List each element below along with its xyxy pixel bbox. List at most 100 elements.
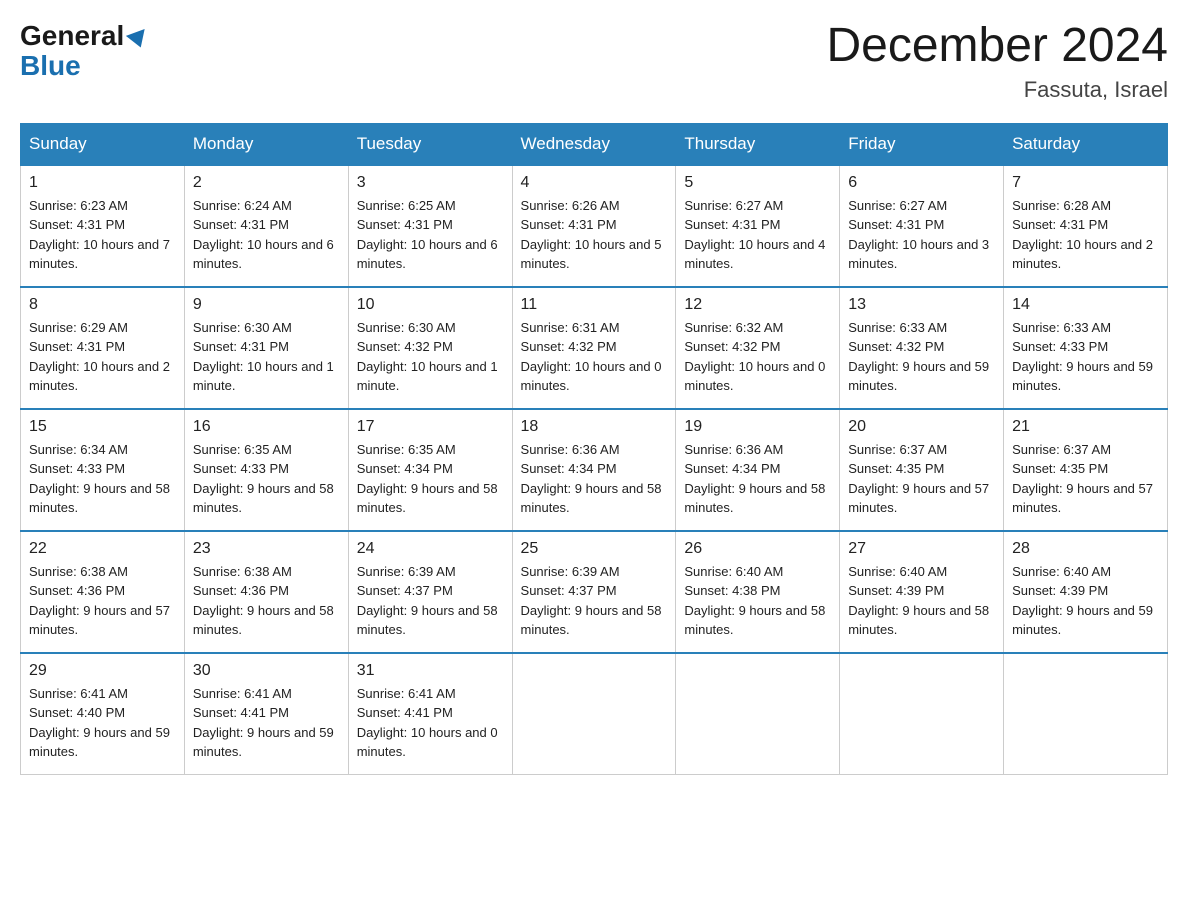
day-cell: 10 Sunrise: 6:30 AMSunset: 4:32 PMDaylig… [348, 287, 512, 409]
day-cell [840, 653, 1004, 775]
day-cell: 30 Sunrise: 6:41 AMSunset: 4:41 PMDaylig… [184, 653, 348, 775]
day-number: 31 [357, 662, 504, 680]
day-info: Sunrise: 6:38 AMSunset: 4:36 PMDaylight:… [193, 562, 340, 640]
day-number: 1 [29, 174, 176, 192]
day-number: 4 [521, 174, 668, 192]
location: Fassuta, Israel [826, 77, 1168, 103]
col-header-thursday: Thursday [676, 123, 840, 165]
day-number: 15 [29, 418, 176, 436]
day-cell: 1 Sunrise: 6:23 AMSunset: 4:31 PMDayligh… [21, 165, 185, 287]
day-cell [676, 653, 840, 775]
day-cell: 27 Sunrise: 6:40 AMSunset: 4:39 PMDaylig… [840, 531, 1004, 653]
day-info: Sunrise: 6:30 AMSunset: 4:31 PMDaylight:… [193, 318, 340, 396]
day-cell: 28 Sunrise: 6:40 AMSunset: 4:39 PMDaylig… [1004, 531, 1168, 653]
day-info: Sunrise: 6:34 AMSunset: 4:33 PMDaylight:… [29, 440, 176, 518]
day-number: 22 [29, 540, 176, 558]
day-number: 5 [684, 174, 831, 192]
day-cell: 14 Sunrise: 6:33 AMSunset: 4:33 PMDaylig… [1004, 287, 1168, 409]
day-cell: 2 Sunrise: 6:24 AMSunset: 4:31 PMDayligh… [184, 165, 348, 287]
col-header-monday: Monday [184, 123, 348, 165]
day-info: Sunrise: 6:37 AMSunset: 4:35 PMDaylight:… [1012, 440, 1159, 518]
day-info: Sunrise: 6:36 AMSunset: 4:34 PMDaylight:… [684, 440, 831, 518]
day-cell: 29 Sunrise: 6:41 AMSunset: 4:40 PMDaylig… [21, 653, 185, 775]
col-header-friday: Friday [840, 123, 1004, 165]
day-info: Sunrise: 6:37 AMSunset: 4:35 PMDaylight:… [848, 440, 995, 518]
day-cell: 6 Sunrise: 6:27 AMSunset: 4:31 PMDayligh… [840, 165, 1004, 287]
col-header-wednesday: Wednesday [512, 123, 676, 165]
day-cell [512, 653, 676, 775]
day-info: Sunrise: 6:40 AMSunset: 4:38 PMDaylight:… [684, 562, 831, 640]
day-info: Sunrise: 6:39 AMSunset: 4:37 PMDaylight:… [521, 562, 668, 640]
col-header-sunday: Sunday [21, 123, 185, 165]
day-info: Sunrise: 6:24 AMSunset: 4:31 PMDaylight:… [193, 196, 340, 274]
day-info: Sunrise: 6:26 AMSunset: 4:31 PMDaylight:… [521, 196, 668, 274]
day-number: 19 [684, 418, 831, 436]
logo-general-text: General [20, 20, 124, 52]
day-info: Sunrise: 6:23 AMSunset: 4:31 PMDaylight:… [29, 196, 176, 274]
day-cell: 22 Sunrise: 6:38 AMSunset: 4:36 PMDaylig… [21, 531, 185, 653]
week-row-5: 29 Sunrise: 6:41 AMSunset: 4:40 PMDaylig… [21, 653, 1168, 775]
day-cell: 7 Sunrise: 6:28 AMSunset: 4:31 PMDayligh… [1004, 165, 1168, 287]
day-number: 12 [684, 296, 831, 314]
day-info: Sunrise: 6:30 AMSunset: 4:32 PMDaylight:… [357, 318, 504, 396]
col-header-tuesday: Tuesday [348, 123, 512, 165]
day-cell: 13 Sunrise: 6:33 AMSunset: 4:32 PMDaylig… [840, 287, 1004, 409]
day-info: Sunrise: 6:29 AMSunset: 4:31 PMDaylight:… [29, 318, 176, 396]
title-section: December 2024 Fassuta, Israel [826, 20, 1168, 103]
day-cell [1004, 653, 1168, 775]
day-info: Sunrise: 6:32 AMSunset: 4:32 PMDaylight:… [684, 318, 831, 396]
day-info: Sunrise: 6:40 AMSunset: 4:39 PMDaylight:… [1012, 562, 1159, 640]
day-number: 18 [521, 418, 668, 436]
day-number: 29 [29, 662, 176, 680]
week-row-4: 22 Sunrise: 6:38 AMSunset: 4:36 PMDaylig… [21, 531, 1168, 653]
col-header-saturday: Saturday [1004, 123, 1168, 165]
day-cell: 15 Sunrise: 6:34 AMSunset: 4:33 PMDaylig… [21, 409, 185, 531]
day-number: 14 [1012, 296, 1159, 314]
logo: General Blue [20, 20, 148, 82]
day-cell: 16 Sunrise: 6:35 AMSunset: 4:33 PMDaylig… [184, 409, 348, 531]
day-number: 7 [1012, 174, 1159, 192]
month-title: December 2024 [826, 20, 1168, 73]
day-number: 2 [193, 174, 340, 192]
day-info: Sunrise: 6:33 AMSunset: 4:32 PMDaylight:… [848, 318, 995, 396]
day-info: Sunrise: 6:35 AMSunset: 4:34 PMDaylight:… [357, 440, 504, 518]
week-row-3: 15 Sunrise: 6:34 AMSunset: 4:33 PMDaylig… [21, 409, 1168, 531]
day-cell: 12 Sunrise: 6:32 AMSunset: 4:32 PMDaylig… [676, 287, 840, 409]
day-cell: 18 Sunrise: 6:36 AMSunset: 4:34 PMDaylig… [512, 409, 676, 531]
day-cell: 9 Sunrise: 6:30 AMSunset: 4:31 PMDayligh… [184, 287, 348, 409]
day-cell: 5 Sunrise: 6:27 AMSunset: 4:31 PMDayligh… [676, 165, 840, 287]
day-info: Sunrise: 6:35 AMSunset: 4:33 PMDaylight:… [193, 440, 340, 518]
day-info: Sunrise: 6:33 AMSunset: 4:33 PMDaylight:… [1012, 318, 1159, 396]
day-info: Sunrise: 6:27 AMSunset: 4:31 PMDaylight:… [848, 196, 995, 274]
day-cell: 17 Sunrise: 6:35 AMSunset: 4:34 PMDaylig… [348, 409, 512, 531]
day-cell: 8 Sunrise: 6:29 AMSunset: 4:31 PMDayligh… [21, 287, 185, 409]
day-info: Sunrise: 6:28 AMSunset: 4:31 PMDaylight:… [1012, 196, 1159, 274]
day-cell: 3 Sunrise: 6:25 AMSunset: 4:31 PMDayligh… [348, 165, 512, 287]
day-cell: 21 Sunrise: 6:37 AMSunset: 4:35 PMDaylig… [1004, 409, 1168, 531]
day-number: 10 [357, 296, 504, 314]
day-number: 27 [848, 540, 995, 558]
calendar-table: SundayMondayTuesdayWednesdayThursdayFrid… [20, 123, 1168, 775]
day-cell: 23 Sunrise: 6:38 AMSunset: 4:36 PMDaylig… [184, 531, 348, 653]
day-number: 24 [357, 540, 504, 558]
day-info: Sunrise: 6:41 AMSunset: 4:40 PMDaylight:… [29, 684, 176, 762]
page-header: General Blue December 2024 Fassuta, Isra… [20, 20, 1168, 103]
day-number: 25 [521, 540, 668, 558]
day-info: Sunrise: 6:41 AMSunset: 4:41 PMDaylight:… [193, 684, 340, 762]
day-cell: 26 Sunrise: 6:40 AMSunset: 4:38 PMDaylig… [676, 531, 840, 653]
day-info: Sunrise: 6:31 AMSunset: 4:32 PMDaylight:… [521, 318, 668, 396]
day-number: 20 [848, 418, 995, 436]
day-cell: 25 Sunrise: 6:39 AMSunset: 4:37 PMDaylig… [512, 531, 676, 653]
header-row: SundayMondayTuesdayWednesdayThursdayFrid… [21, 123, 1168, 165]
day-info: Sunrise: 6:36 AMSunset: 4:34 PMDaylight:… [521, 440, 668, 518]
day-number: 6 [848, 174, 995, 192]
day-info: Sunrise: 6:25 AMSunset: 4:31 PMDaylight:… [357, 196, 504, 274]
day-cell: 11 Sunrise: 6:31 AMSunset: 4:32 PMDaylig… [512, 287, 676, 409]
day-number: 3 [357, 174, 504, 192]
day-cell: 24 Sunrise: 6:39 AMSunset: 4:37 PMDaylig… [348, 531, 512, 653]
day-number: 21 [1012, 418, 1159, 436]
day-number: 17 [357, 418, 504, 436]
logo-triangle-icon [126, 29, 150, 51]
week-row-1: 1 Sunrise: 6:23 AMSunset: 4:31 PMDayligh… [21, 165, 1168, 287]
day-info: Sunrise: 6:41 AMSunset: 4:41 PMDaylight:… [357, 684, 504, 762]
